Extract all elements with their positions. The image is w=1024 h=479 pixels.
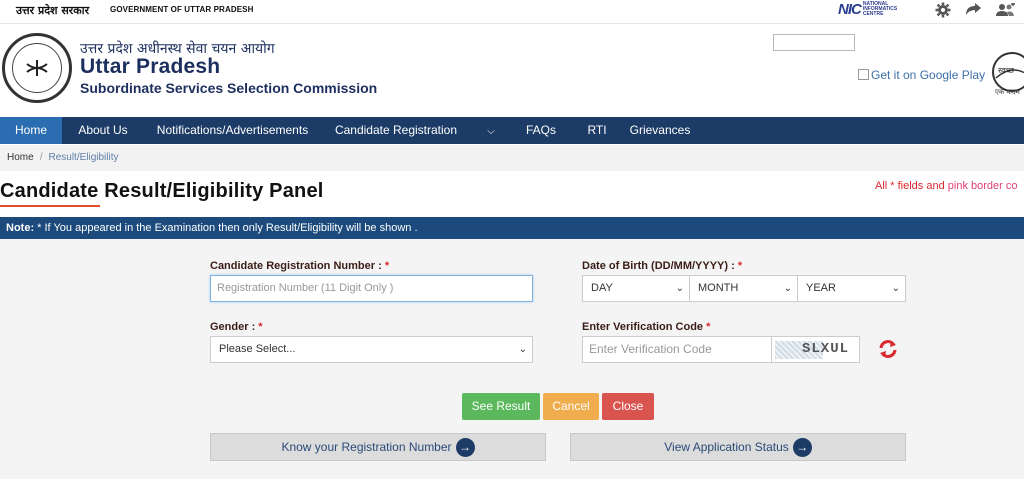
breadcrumb-separator: /: [39, 152, 43, 163]
broken-image-icon: [858, 69, 869, 80]
chevron-down-icon: ⌄: [518, 344, 527, 355]
nav-faqs[interactable]: FAQs: [511, 117, 571, 144]
verification-code-label: Enter Verification Code *: [582, 321, 711, 333]
site-header: उत्तर प्रदेश अधीनस्थ सेवा चयन आयोग Uttar…: [0, 25, 1024, 117]
know-registration-number-label: Know your Registration Number: [281, 440, 452, 454]
page-title: Candidate Result/Eligibility Panel: [0, 180, 324, 202]
close-button[interactable]: Close: [602, 393, 654, 420]
google-play-link[interactable]: Get it on Google Play: [858, 68, 985, 82]
nic-logo[interactable]: NIC NATIONAL INFORMATICS CENTRE: [838, 0, 911, 18]
breadcrumb-current: Result/Eligibility: [48, 152, 119, 163]
nav-about-us[interactable]: About Us: [62, 117, 144, 144]
registration-number-label: Candidate Registration Number : *: [210, 260, 390, 272]
nav-home[interactable]: Home: [0, 117, 62, 144]
chevron-down-icon: ⌄: [783, 283, 792, 294]
government-label: GOVERNMENT OF UTTAR PRADESH: [110, 5, 254, 14]
google-play-alt-text: Get it on Google Play: [871, 68, 986, 82]
gender-select[interactable]: Please Select... ⌄: [210, 336, 533, 363]
chevron-down-icon: ⌄: [891, 283, 900, 294]
share-icon[interactable]: [963, 1, 983, 19]
note-label: Note:: [6, 222, 35, 234]
chevron-down-icon: ⌵: [487, 126, 495, 137]
required-fields-note: All * fields and pink border co: [875, 180, 1017, 192]
top-bar: उत्तर प्रदेश सरकार GOVERNMENT OF UTTAR P…: [0, 0, 1024, 24]
emblem-fish-icon: [26, 60, 48, 76]
see-result-button[interactable]: See Result: [462, 393, 540, 420]
required-note-prefix: All: [875, 180, 891, 192]
cancel-button[interactable]: Cancel: [543, 393, 599, 420]
hindi-government-label: उत्तर प्रदेश सरकार: [16, 4, 90, 17]
captcha-text: SLXUL: [802, 341, 850, 357]
up-emblem-logo[interactable]: [2, 33, 72, 103]
broken-image-placeholder: [773, 34, 855, 51]
nav-grievances[interactable]: Grievances: [623, 117, 697, 144]
dob-day-select[interactable]: DAY ⌄: [582, 275, 690, 302]
note-text: * If You appeared in the Examination the…: [34, 222, 418, 234]
breadcrumb: Home / Result/Eligibility: [0, 145, 1024, 171]
verification-code-input[interactable]: Enter Verification Code: [582, 336, 772, 363]
nav-dropdown-toggle[interactable]: ⌵: [471, 117, 511, 144]
gender-label: Gender : *: [210, 321, 263, 333]
captcha-image: SLXUL: [771, 336, 860, 363]
title-underline: [0, 205, 100, 207]
arrow-right-circle-icon: →: [455, 437, 475, 457]
nic-text: NATIONAL INFORMATICS CENTRE: [862, 0, 898, 17]
nav-rti[interactable]: RTI: [571, 117, 623, 144]
site-title: Uttar Pradesh: [80, 55, 221, 78]
nav-notifications[interactable]: Notifications/Advertisements: [144, 117, 321, 144]
dob-month-select[interactable]: MONTH ⌄: [689, 275, 798, 302]
note-bar: Note: * If You appeared in the Examinati…: [0, 217, 1024, 239]
dob-year-select[interactable]: YEAR ⌄: [797, 275, 906, 302]
view-application-status-label: View Application Status: [664, 440, 789, 454]
view-application-status-button[interactable]: View Application Status →: [570, 433, 906, 461]
site-subtitle: Subordinate Services Selection Commissio…: [80, 80, 378, 96]
chevron-down-icon: ⌄: [675, 283, 684, 294]
settings-icon[interactable]: [933, 1, 953, 19]
registration-number-input[interactable]: Registration Number (11 Digit Only ): [210, 275, 533, 302]
swachh-top-text: स्वच्छ: [998, 66, 1015, 75]
nic-mark: NIC: [838, 0, 862, 18]
nav-candidate-registration[interactable]: Candidate Registration: [321, 117, 471, 144]
arrow-right-circle-icon: →: [792, 437, 812, 457]
required-note-pink: pink border co: [947, 180, 1018, 192]
swachh-bottom-text: एक कदम: [995, 88, 1020, 96]
users-icon[interactable]: [995, 1, 1015, 19]
refresh-captcha-icon[interactable]: [877, 338, 899, 360]
know-registration-number-button[interactable]: Know your Registration Number →: [210, 433, 546, 461]
date-of-birth-label: Date of Birth (DD/MM/YYYY) : *: [582, 260, 743, 272]
main-nav: Home About Us Notifications/Advertisemen…: [0, 117, 1024, 144]
breadcrumb-home[interactable]: Home: [7, 152, 34, 163]
required-note-mid: fields and: [894, 180, 948, 192]
